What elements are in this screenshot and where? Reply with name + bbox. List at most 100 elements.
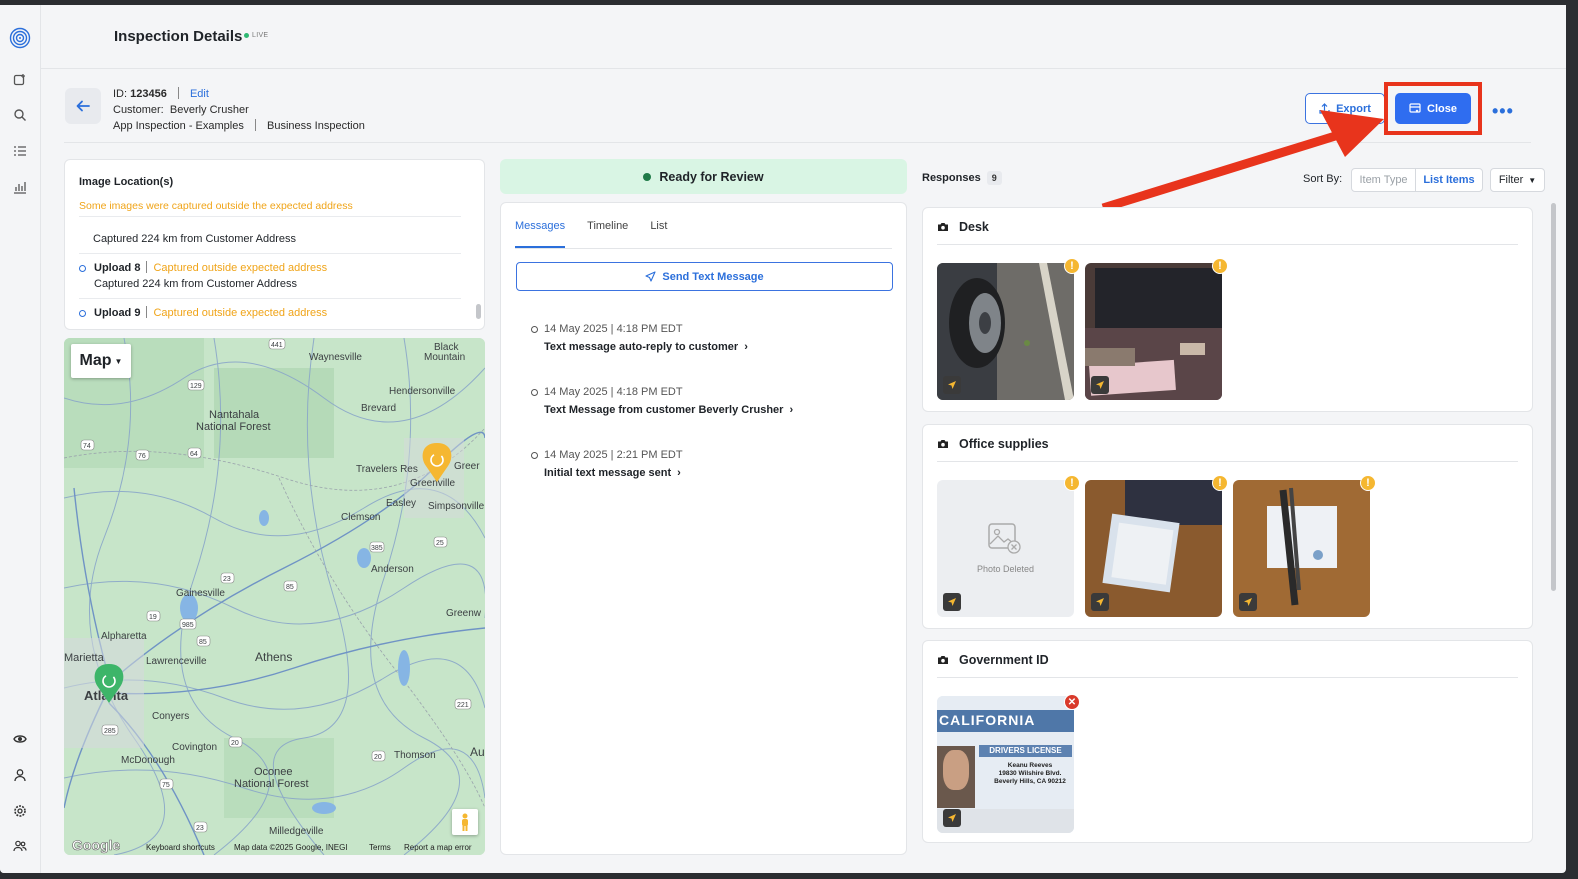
logo-icon[interactable]: [9, 27, 31, 49]
warning-icon[interactable]: !: [1360, 475, 1376, 491]
analytics-icon[interactable]: [11, 178, 29, 196]
chevron-right-icon[interactable]: ›: [744, 341, 748, 353]
svg-text:Athens: Athens: [255, 650, 292, 664]
svg-text:Clemson: Clemson: [341, 512, 380, 523]
scrollbar[interactable]: [1551, 203, 1556, 591]
svg-text:Conyers: Conyers: [152, 711, 189, 722]
edit-link[interactable]: Edit: [190, 88, 209, 100]
sort-by-label: Sort By:: [1303, 173, 1343, 185]
response-card-government-id: Government ID CALIFORNIA DRIVERS LICENSE…: [922, 640, 1533, 843]
warning-icon[interactable]: !: [1064, 258, 1080, 274]
sort-item-type[interactable]: Item Type: [1352, 169, 1417, 191]
map-canvas[interactable]: Waynesville BlackMountain Hendersonville…: [64, 338, 485, 855]
list-item[interactable]: 14 May 2025 | 4:18 PM EDT Text message a…: [531, 323, 793, 386]
location-status: Captured outside expected address: [153, 262, 328, 274]
list-item[interactable]: 14 May 2025 | 2:21 PM EDT Initial text m…: [531, 449, 793, 512]
photo-thumbnail[interactable]: CALIFORNIA DRIVERS LICENSE Keanu Reeves …: [937, 696, 1074, 833]
search-icon[interactable]: [11, 106, 29, 124]
location-list[interactable]: Captured 224 km from Customer Address Up…: [79, 216, 461, 327]
warning-icon[interactable]: !: [1064, 475, 1080, 491]
tab-list[interactable]: List: [650, 203, 667, 248]
svg-text:75: 75: [162, 782, 170, 789]
svg-text:385: 385: [371, 545, 383, 552]
svg-text:221: 221: [457, 702, 469, 709]
event-text: Text message auto-reply to customer: [544, 341, 739, 353]
photo-thumbnail[interactable]: [1085, 480, 1222, 617]
terms-link[interactable]: Terms: [369, 843, 391, 852]
filter-label: Filter: [1498, 174, 1524, 186]
warning-icon[interactable]: !: [1212, 258, 1228, 274]
report-error-link[interactable]: Report a map error: [404, 843, 472, 852]
responses-count: 9: [986, 171, 1002, 185]
scrollbar[interactable]: [476, 304, 481, 319]
map-type-selector[interactable]: Map ▼: [71, 344, 131, 378]
deleted-photo-placeholder[interactable]: Photo Deleted: [937, 480, 1074, 617]
image-deleted-icon: [988, 523, 1021, 554]
live-badge: LIVE: [244, 32, 268, 39]
filter-button[interactable]: Filter ▼: [1490, 168, 1545, 192]
chevron-right-icon[interactable]: ›: [677, 467, 681, 479]
location-icon: [1091, 593, 1109, 611]
svg-text:23: 23: [223, 576, 231, 583]
caret-down-icon: ▼: [1528, 175, 1537, 185]
event-text: Text Message from customer Beverly Crush…: [544, 404, 784, 416]
section-divider: [937, 244, 1518, 245]
list-icon[interactable]: [11, 142, 29, 160]
settings-icon[interactable]: [11, 802, 29, 820]
svg-text:Simpsonville: Simpsonville: [428, 501, 485, 512]
list-item: Captured 224 km from Customer Address: [79, 216, 461, 253]
svg-text:85: 85: [199, 639, 207, 646]
more-options-button[interactable]: •••: [1492, 101, 1514, 122]
send-label: Send Text Message: [662, 270, 764, 283]
license-doc-type: DRIVERS LICENSE: [979, 745, 1072, 757]
svg-text:Milledgeville: Milledgeville: [269, 826, 324, 837]
eye-icon[interactable]: [11, 730, 29, 748]
send-text-message-button[interactable]: Send Text Message: [516, 262, 893, 291]
warning-icon[interactable]: !: [1212, 475, 1228, 491]
svg-text:Nantahala: Nantahala: [209, 409, 260, 421]
map[interactable]: Waynesville Black Mountain Hendersonville…: [64, 338, 485, 855]
timeline-dot: [531, 452, 538, 459]
section-title: Government ID: [959, 653, 1049, 667]
status-label: Ready for Review: [659, 169, 764, 184]
team-icon[interactable]: [11, 837, 29, 855]
svg-text:Waynesville: Waynesville: [309, 352, 362, 363]
svg-text:Oconee: Oconee: [254, 766, 293, 778]
location-detail: Captured 224 km from Customer Address: [93, 233, 296, 245]
messages-card: Messages Timeline List Send Text Message…: [500, 202, 907, 855]
svg-text:20: 20: [374, 754, 382, 761]
svg-text:285: 285: [104, 728, 116, 735]
tab-messages[interactable]: Messages: [515, 203, 566, 248]
svg-text:129: 129: [190, 383, 202, 390]
send-icon: [645, 271, 656, 282]
photo-thumbnail[interactable]: [937, 263, 1074, 400]
tab-timeline[interactable]: Timeline: [587, 203, 628, 248]
back-button[interactable]: [65, 88, 101, 124]
live-label: LIVE: [252, 32, 269, 39]
svg-text:McDonough: McDonough: [121, 755, 175, 766]
sort-list-items[interactable]: List Items: [1416, 169, 1482, 191]
pegman-icon[interactable]: [452, 809, 478, 835]
svg-text:Greer: Greer: [454, 461, 480, 472]
image-location-card: Image Location(s) Some images were captu…: [64, 159, 485, 330]
location-status: Captured outside expected address: [153, 307, 328, 319]
export-button[interactable]: Export: [1305, 93, 1385, 124]
location-detail: Captured 224 km from Customer Address: [94, 278, 297, 290]
license-state: CALIFORNIA: [939, 712, 1036, 728]
error-icon[interactable]: ✕: [1064, 694, 1080, 710]
section-divider: [937, 461, 1518, 462]
list-item[interactable]: 14 May 2025 | 4:18 PM EDT Text Message f…: [531, 386, 793, 449]
svg-text:Mountain: Mountain: [424, 352, 465, 363]
new-inspection-icon[interactable]: [11, 71, 29, 89]
user-icon[interactable]: [11, 766, 29, 784]
chevron-right-icon[interactable]: ›: [789, 404, 793, 416]
svg-text:Travelers Res: Travelers Res: [356, 464, 418, 475]
photo-thumbnail[interactable]: [1233, 480, 1370, 617]
inspection-type: Business Inspection: [266, 120, 365, 132]
keyboard-shortcuts-link[interactable]: Keyboard shortcuts: [146, 843, 215, 852]
photo-thumbnail[interactable]: [1085, 263, 1222, 400]
svg-text:25: 25: [436, 540, 444, 547]
location-icon: [943, 809, 961, 827]
svg-text:Thomson: Thomson: [394, 750, 436, 761]
svg-text:20: 20: [231, 740, 239, 747]
